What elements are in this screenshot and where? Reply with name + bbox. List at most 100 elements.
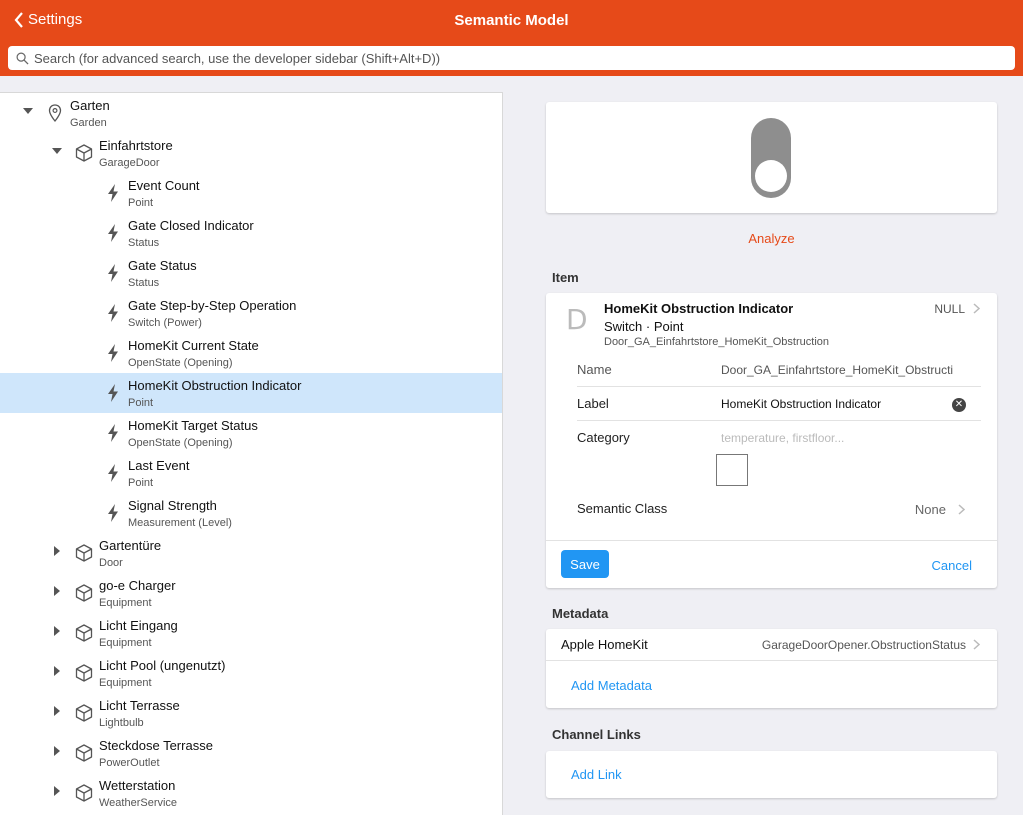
category-icon-preview[interactable] — [716, 454, 748, 486]
tree-node-label: go-e Charger — [99, 578, 176, 593]
bolt-icon — [108, 184, 118, 202]
switch-knob — [755, 160, 787, 192]
item-state[interactable]: NULL — [934, 302, 965, 316]
caret-right-icon[interactable] — [52, 666, 62, 676]
tree-node-label: Gartentüre — [99, 538, 162, 553]
metadata-row[interactable]: Apple HomeKit GarageDoorOpener.Obstructi… — [546, 629, 997, 661]
tree-node-point[interactable]: Signal Strength Measurement (Level) — [0, 493, 502, 533]
tree-node-point-selected[interactable]: HomeKit Obstruction Indicator Point — [0, 373, 502, 413]
item-letter-icon: D — [566, 303, 588, 336]
tree-node-label: Gate Status — [128, 258, 197, 273]
divider — [546, 540, 997, 541]
item-title: HomeKit Obstruction Indicator — [604, 301, 794, 316]
tree-node-point[interactable]: Last Event Point — [0, 453, 502, 493]
label-field-row: Label HomeKit Obstruction Indicator ✕ — [577, 387, 981, 421]
caret-right-icon[interactable] — [52, 546, 62, 556]
tree-node-label: Steckdose Terrasse — [99, 738, 213, 753]
tree-node-class: Point — [128, 477, 154, 489]
caret-right-icon[interactable] — [52, 786, 62, 796]
analyze-link[interactable]: Analyze — [546, 231, 997, 246]
tree-node-class: Lightbulb — [99, 717, 144, 729]
tree-node-label: Einfahrtstore — [99, 138, 173, 153]
page-title: Semantic Model — [454, 12, 569, 29]
metadata-section-title: Metadata — [552, 606, 609, 621]
add-link-link[interactable]: Add Link — [571, 767, 622, 782]
tree-node-class: Equipment — [99, 677, 152, 689]
cancel-button[interactable]: Cancel — [932, 558, 972, 573]
name-field: Door_GA_Einfahrtstore_HomeKit_Obstructi — [721, 363, 954, 377]
item-state-card — [546, 102, 997, 213]
cube-icon — [75, 584, 93, 602]
item-name: Door_GA_Einfahrtstore_HomeKit_Obstructio… — [604, 336, 829, 348]
chevron-right-icon — [958, 504, 965, 515]
tree-node-label: Licht Eingang — [99, 618, 178, 633]
clear-input-icon[interactable]: ✕ — [952, 398, 966, 412]
tree-node-class: PowerOutlet — [99, 757, 160, 769]
add-metadata-link[interactable]: Add Metadata — [571, 678, 652, 693]
tree-node-class: Point — [128, 397, 154, 409]
tree-node-point[interactable]: HomeKit Target Status OpenState (Opening… — [0, 413, 502, 453]
caret-right-icon[interactable] — [52, 706, 62, 716]
tree-node-point[interactable]: Event Count Point — [0, 173, 502, 213]
chevron-right-icon — [973, 639, 980, 650]
cube-icon — [75, 744, 93, 762]
search-input[interactable] — [34, 50, 994, 66]
tree-node-location[interactable]: Garten Garden — [0, 93, 502, 133]
bolt-icon — [108, 504, 118, 522]
tree-node-class: Measurement (Level) — [128, 517, 232, 529]
tree-node-equipment[interactable]: Steckdose Terrasse PowerOutlet — [0, 733, 502, 773]
tree-node-class: OpenState (Opening) — [128, 357, 233, 369]
chevron-right-icon[interactable] — [973, 303, 980, 314]
caret-right-icon[interactable] — [52, 746, 62, 756]
bolt-icon — [108, 384, 118, 402]
tree-node-class: Garden — [70, 117, 107, 129]
tree-node-class: WeatherService — [99, 797, 178, 809]
tree-node-class: Status — [128, 237, 160, 249]
cube-icon — [75, 704, 93, 722]
cube-icon — [75, 624, 93, 642]
label-field[interactable]: HomeKit Obstruction Indicator — [721, 397, 971, 411]
tree-node-label: Gate Closed Indicator — [128, 218, 254, 233]
tree-node-equipment[interactable]: Licht Terrasse Lightbulb — [0, 693, 502, 733]
semantic-class-row[interactable]: Semantic Class None — [577, 499, 981, 523]
tree-node-equipment[interactable]: Gartentüre Door — [0, 533, 502, 573]
searchbar — [8, 46, 1015, 70]
tree-node-point[interactable]: Gate Closed Indicator Status — [0, 213, 502, 253]
metadata-namespace: Apple HomeKit — [561, 637, 648, 652]
save-button[interactable]: Save — [561, 550, 609, 578]
cube-icon — [75, 544, 93, 562]
tree-node-point[interactable]: Gate Step-by-Step Operation Switch (Powe… — [0, 293, 502, 333]
category-field-row: Category temperature, firstfloor... — [577, 421, 981, 455]
name-field-label: Name — [577, 362, 612, 377]
tree-node-equipment[interactable]: Licht Pool (ungenutzt) Equipment — [0, 653, 502, 693]
category-field[interactable]: temperature, firstfloor... — [721, 431, 971, 445]
caret-down-icon[interactable] — [23, 106, 33, 116]
caret-down-icon[interactable] — [52, 146, 62, 156]
tree-node-label: Licht Terrasse — [99, 698, 180, 713]
bolt-icon — [108, 344, 118, 362]
tree-node-equipment[interactable]: Licht Eingang Equipment — [0, 613, 502, 653]
semantic-class-label: Semantic Class — [577, 501, 668, 516]
tree-node-class: Door — [99, 557, 123, 569]
tree-node-equipment[interactable]: Wetterstation WeatherService — [0, 773, 502, 813]
bolt-icon — [108, 224, 118, 242]
name-field-row: Name Door_GA_Einfahrtstore_HomeKit_Obstr… — [577, 353, 981, 387]
cube-icon — [75, 664, 93, 682]
caret-right-icon[interactable] — [52, 626, 62, 636]
metadata-value: GarageDoorOpener.ObstructionStatus — [761, 638, 966, 652]
location-pin-icon — [48, 104, 62, 123]
tree-node-label: Event Count — [128, 178, 200, 193]
tree-node-point[interactable]: Gate Status Status — [0, 253, 502, 293]
caret-right-icon[interactable] — [52, 586, 62, 596]
tree-node-label: Signal Strength — [128, 498, 217, 513]
tree-node-label: Garten — [70, 98, 110, 113]
tree-node-equipment[interactable]: go-e Charger Equipment — [0, 573, 502, 613]
bolt-icon — [108, 464, 118, 482]
tree-node-label: HomeKit Target Status — [128, 418, 258, 433]
tree-node-point[interactable]: HomeKit Current State OpenState (Opening… — [0, 333, 502, 373]
bolt-icon — [108, 304, 118, 322]
tree-node-equipment[interactable]: Einfahrtstore GarageDoor — [0, 133, 502, 173]
switch-toggle[interactable] — [751, 118, 791, 198]
semantic-model-tree: Garten Garden Einfahrtstore GarageDoor E… — [0, 92, 503, 815]
item-section-title: Item — [552, 270, 579, 285]
